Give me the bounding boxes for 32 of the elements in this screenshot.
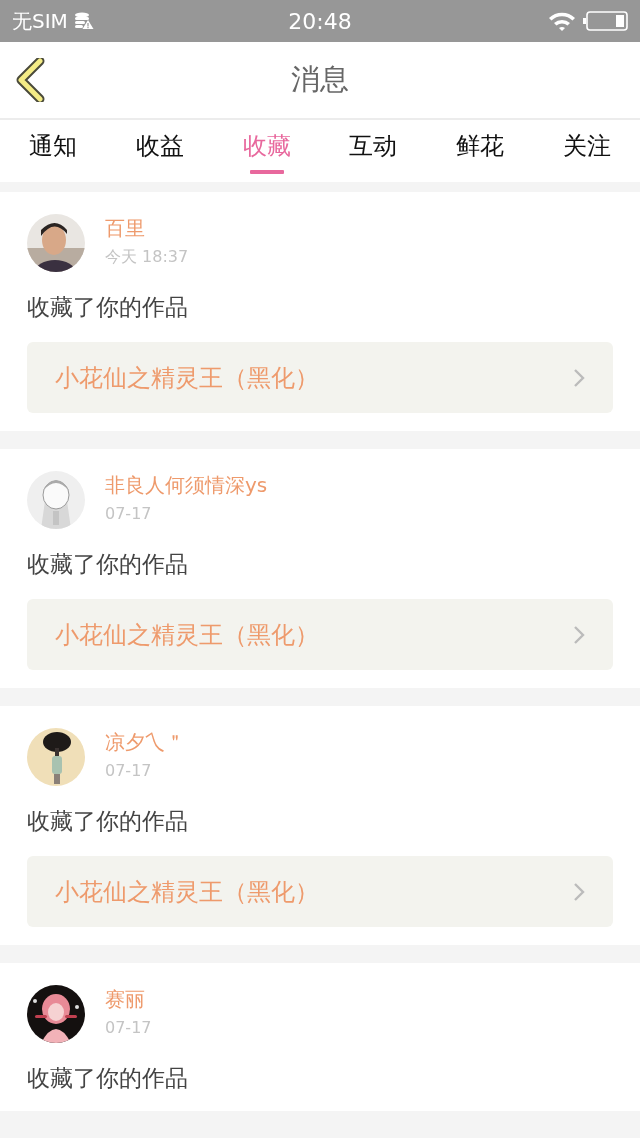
carrier-label: 无SIM [12, 7, 68, 35]
work-link[interactable]: 小花仙之精灵王（黑化） [27, 599, 613, 670]
tab[interactable]: 通知 [0, 120, 107, 182]
back-icon [16, 58, 46, 102]
tab[interactable]: 收益 [106, 120, 214, 182]
back-button[interactable] [16, 58, 46, 102]
page-title: 消息 [291, 61, 349, 98]
message-time: 今天 18:37 [105, 246, 189, 268]
tab[interactable]: 关注 [533, 120, 640, 182]
user-name[interactable]: 凉夕乀＂ [105, 730, 185, 754]
message-text: 收藏了你的作品 [27, 293, 189, 322]
message-time: 07-17 [105, 1017, 152, 1039]
tab[interactable]: 鲜花 [426, 120, 534, 182]
work-link[interactable]: 小花仙之精灵王（黑化） [27, 342, 613, 413]
user-name[interactable]: 赛丽 [105, 987, 145, 1011]
battery-icon [582, 11, 628, 31]
clock-time: 20:48 [288, 8, 352, 34]
work-link[interactable]: 小花仙之精灵王（黑化） [27, 856, 613, 927]
message-text: 收藏了你的作品 [27, 550, 189, 579]
message-text: 收藏了你的作品 [27, 807, 189, 836]
wifi-icon [548, 11, 576, 31]
message-time: 07-17 [105, 760, 152, 782]
chevron-right-icon [573, 881, 585, 902]
tab[interactable]: 收藏 [213, 120, 320, 182]
message-text: 收藏了你的作品 [27, 1064, 189, 1093]
chevron-right-icon [573, 624, 585, 645]
chevron-right-icon [573, 367, 585, 388]
message-time: 07-17 [105, 503, 152, 525]
tab[interactable]: 互动 [320, 120, 427, 182]
user-name[interactable]: 百里 [105, 216, 145, 240]
database-warning-icon [73, 12, 94, 30]
user-name[interactable]: 非良人何须情深ys [105, 473, 268, 497]
